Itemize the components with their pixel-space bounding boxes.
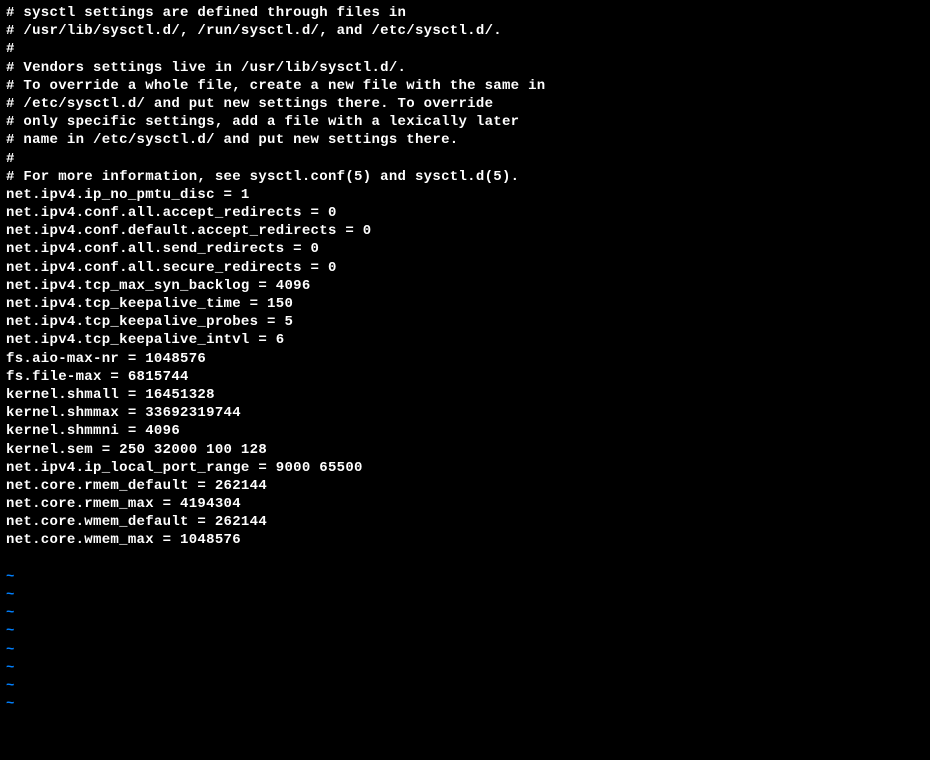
file-line[interactable]: net.core.wmem_default = 262144 xyxy=(6,513,924,531)
file-line[interactable]: # For more information, see sysctl.conf(… xyxy=(6,168,924,186)
file-line[interactable]: # only specific settings, add a file wit… xyxy=(6,113,924,131)
file-line[interactable]: # xyxy=(6,150,924,168)
file-line[interactable]: # sysctl settings are defined through fi… xyxy=(6,4,924,22)
file-line[interactable]: net.core.rmem_default = 262144 xyxy=(6,477,924,495)
file-line[interactable]: net.ipv4.ip_no_pmtu_disc = 1 xyxy=(6,186,924,204)
file-line[interactable]: net.ipv4.tcp_keepalive_time = 150 xyxy=(6,295,924,313)
file-line[interactable]: kernel.shmall = 16451328 xyxy=(6,386,924,404)
empty-line-marker: ~ xyxy=(6,604,924,622)
file-line[interactable]: net.ipv4.conf.all.accept_redirects = 0 xyxy=(6,204,924,222)
file-line[interactable]: net.ipv4.ip_local_port_range = 9000 6550… xyxy=(6,459,924,477)
file-line[interactable]: kernel.shmmax = 33692319744 xyxy=(6,404,924,422)
empty-line-marker: ~ xyxy=(6,622,924,640)
empty-line-marker: ~ xyxy=(6,659,924,677)
file-line[interactable]: fs.file-max = 6815744 xyxy=(6,368,924,386)
empty-line-marker: ~ xyxy=(6,568,924,586)
file-line[interactable]: net.ipv4.conf.all.send_redirects = 0 xyxy=(6,240,924,258)
empty-line-marker: ~ xyxy=(6,641,924,659)
file-line-empty[interactable] xyxy=(6,550,924,568)
file-line[interactable]: kernel.sem = 250 32000 100 128 xyxy=(6,441,924,459)
empty-line-marker: ~ xyxy=(6,677,924,695)
file-line[interactable]: fs.aio-max-nr = 1048576 xyxy=(6,350,924,368)
file-line[interactable]: net.ipv4.tcp_keepalive_intvl = 6 xyxy=(6,331,924,349)
file-line[interactable]: net.ipv4.tcp_max_syn_backlog = 4096 xyxy=(6,277,924,295)
empty-line-marker: ~ xyxy=(6,695,924,713)
file-line[interactable]: # /usr/lib/sysctl.d/, /run/sysctl.d/, an… xyxy=(6,22,924,40)
file-line[interactable]: # To override a whole file, create a new… xyxy=(6,77,924,95)
empty-line-marker: ~ xyxy=(6,586,924,604)
editor-text-area[interactable]: # sysctl settings are defined through fi… xyxy=(6,4,924,713)
file-line[interactable]: # Vendors settings live in /usr/lib/sysc… xyxy=(6,59,924,77)
file-line[interactable]: kernel.shmmni = 4096 xyxy=(6,422,924,440)
file-line[interactable]: # name in /etc/sysctl.d/ and put new set… xyxy=(6,131,924,149)
file-line[interactable]: net.ipv4.conf.default.accept_redirects =… xyxy=(6,222,924,240)
file-line[interactable]: net.ipv4.tcp_keepalive_probes = 5 xyxy=(6,313,924,331)
file-line[interactable]: net.core.rmem_max = 4194304 xyxy=(6,495,924,513)
file-line[interactable]: net.ipv4.conf.all.secure_redirects = 0 xyxy=(6,259,924,277)
file-line[interactable]: # /etc/sysctl.d/ and put new settings th… xyxy=(6,95,924,113)
file-line[interactable]: # xyxy=(6,40,924,58)
file-line[interactable]: net.core.wmem_max = 1048576 xyxy=(6,531,924,549)
